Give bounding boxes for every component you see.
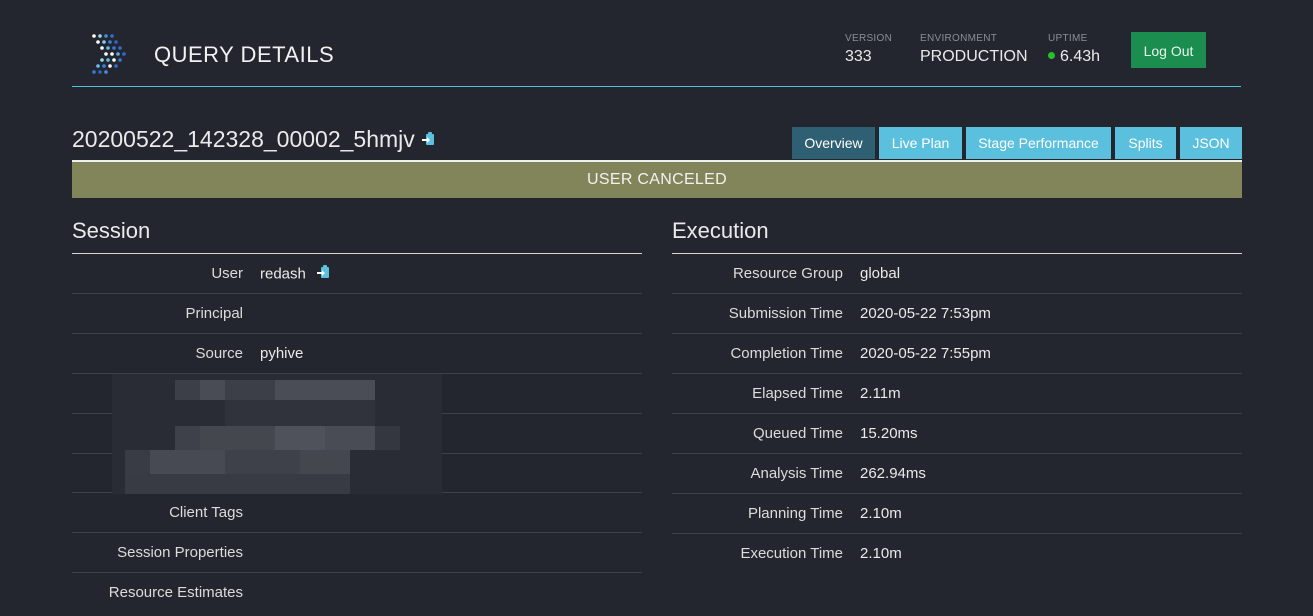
row-value: 2.10m [860, 505, 902, 522]
clipboard-copy-icon[interactable] [421, 125, 435, 152]
uptime-status-dot-icon [1048, 52, 1055, 60]
row-key: Resource Group [732, 265, 843, 282]
row-key: Resource Estimates [108, 584, 243, 601]
version-label: VERSION [845, 33, 893, 44]
row-key: Principal [185, 305, 243, 322]
version-value: 333 [845, 48, 872, 65]
row-key: Client Tags [169, 504, 243, 521]
tab-stage-performance[interactable]: Stage Performance [966, 127, 1111, 159]
execution-row-analysis-time: Analysis Time 262.94ms [672, 454, 1242, 494]
query-id-heading: 20200522_142328_00002_5hmjv [72, 126, 435, 154]
row-key: Session Properties [117, 544, 243, 561]
execution-row-completion-time: Completion Time 2020-05-22 7:55pm [672, 334, 1242, 374]
session-row-principal: Principal [72, 294, 642, 334]
page-title: QUERY DETAILS [154, 42, 335, 67]
row-value: global [860, 265, 901, 282]
session-row-source: Source pyhive [72, 334, 642, 374]
header: QUERY DETAILS VERSION 333 ENVIRONMENT PR… [72, 22, 1241, 87]
row-key: Analysis Time [750, 465, 843, 482]
environment-stat: ENVIRONMENT PRODUCTION [920, 33, 1028, 66]
execution-row-resource-group: Resource Group global [672, 254, 1242, 294]
uptime-value: 6.43h [1060, 48, 1101, 65]
row-key: Queued Time [752, 425, 843, 442]
row-key: Source [195, 345, 243, 362]
row-value: 2.10m [860, 545, 902, 562]
uptime-stat: UPTIME 6.43h [1048, 33, 1100, 66]
tab-overview[interactable]: Overview [792, 127, 875, 159]
uptime-label: UPTIME [1048, 33, 1088, 44]
execution-row-execution-time: Execution Time 2.10m [672, 534, 1242, 574]
session-row-client-tags: Client Tags [72, 493, 642, 533]
tab-live-plan[interactable]: Live Plan [879, 127, 962, 159]
row-value: pyhive [260, 345, 304, 362]
row-value: redash [260, 265, 330, 284]
session-row-resource-estimates: Resource Estimates [72, 573, 642, 613]
clipboard-copy-icon[interactable] [316, 264, 330, 283]
execution-title: Execution [672, 214, 1242, 254]
row-value: 262.94ms [860, 465, 926, 482]
uptime-value-wrap: 6.43h [1048, 48, 1100, 66]
user-value: redash [260, 265, 306, 283]
query-id: 20200522_142328_00002_5hmjv [72, 126, 415, 152]
session-title: Session [72, 214, 642, 254]
logout-button[interactable]: Log Out [1131, 32, 1206, 68]
session-section: Session User redash Principal Source pyh… [72, 214, 642, 613]
row-key: Completion Time [730, 345, 843, 362]
query-state-bar: USER CANCELED [72, 160, 1242, 198]
row-value: 2.11m [860, 385, 901, 402]
execution-row-submission-time: Submission Time 2020-05-22 7:53pm [672, 294, 1242, 334]
execution-row-elapsed-time: Elapsed Time 2.11m [672, 374, 1242, 414]
session-row-session-properties: Session Properties [72, 533, 642, 573]
row-value: 15.20ms [860, 425, 918, 442]
tab-json[interactable]: JSON [1180, 127, 1242, 159]
environment-value: PRODUCTION [920, 48, 1028, 65]
row-value: 2020-05-22 7:53pm [860, 305, 991, 322]
redacted-rows [72, 374, 642, 494]
execution-section: Execution Resource Group global Submissi… [672, 214, 1242, 574]
redacted-blur [112, 374, 442, 494]
session-row-user: User redash [72, 254, 642, 294]
environment-label: ENVIRONMENT [920, 33, 998, 44]
tab-splits[interactable]: Splits [1115, 127, 1176, 159]
presto-logo-icon [92, 34, 126, 74]
row-key: Execution Time [740, 545, 843, 562]
row-key: Planning Time [747, 505, 843, 522]
row-value: 2020-05-22 7:55pm [860, 345, 991, 362]
execution-row-planning-time: Planning Time 2.10m [672, 494, 1242, 534]
row-key: Submission Time [728, 305, 843, 322]
row-key: Elapsed Time [752, 385, 843, 402]
row-key: User [211, 265, 243, 282]
execution-row-queued-time: Queued Time 15.20ms [672, 414, 1242, 454]
version-stat: VERSION 333 [845, 33, 892, 66]
